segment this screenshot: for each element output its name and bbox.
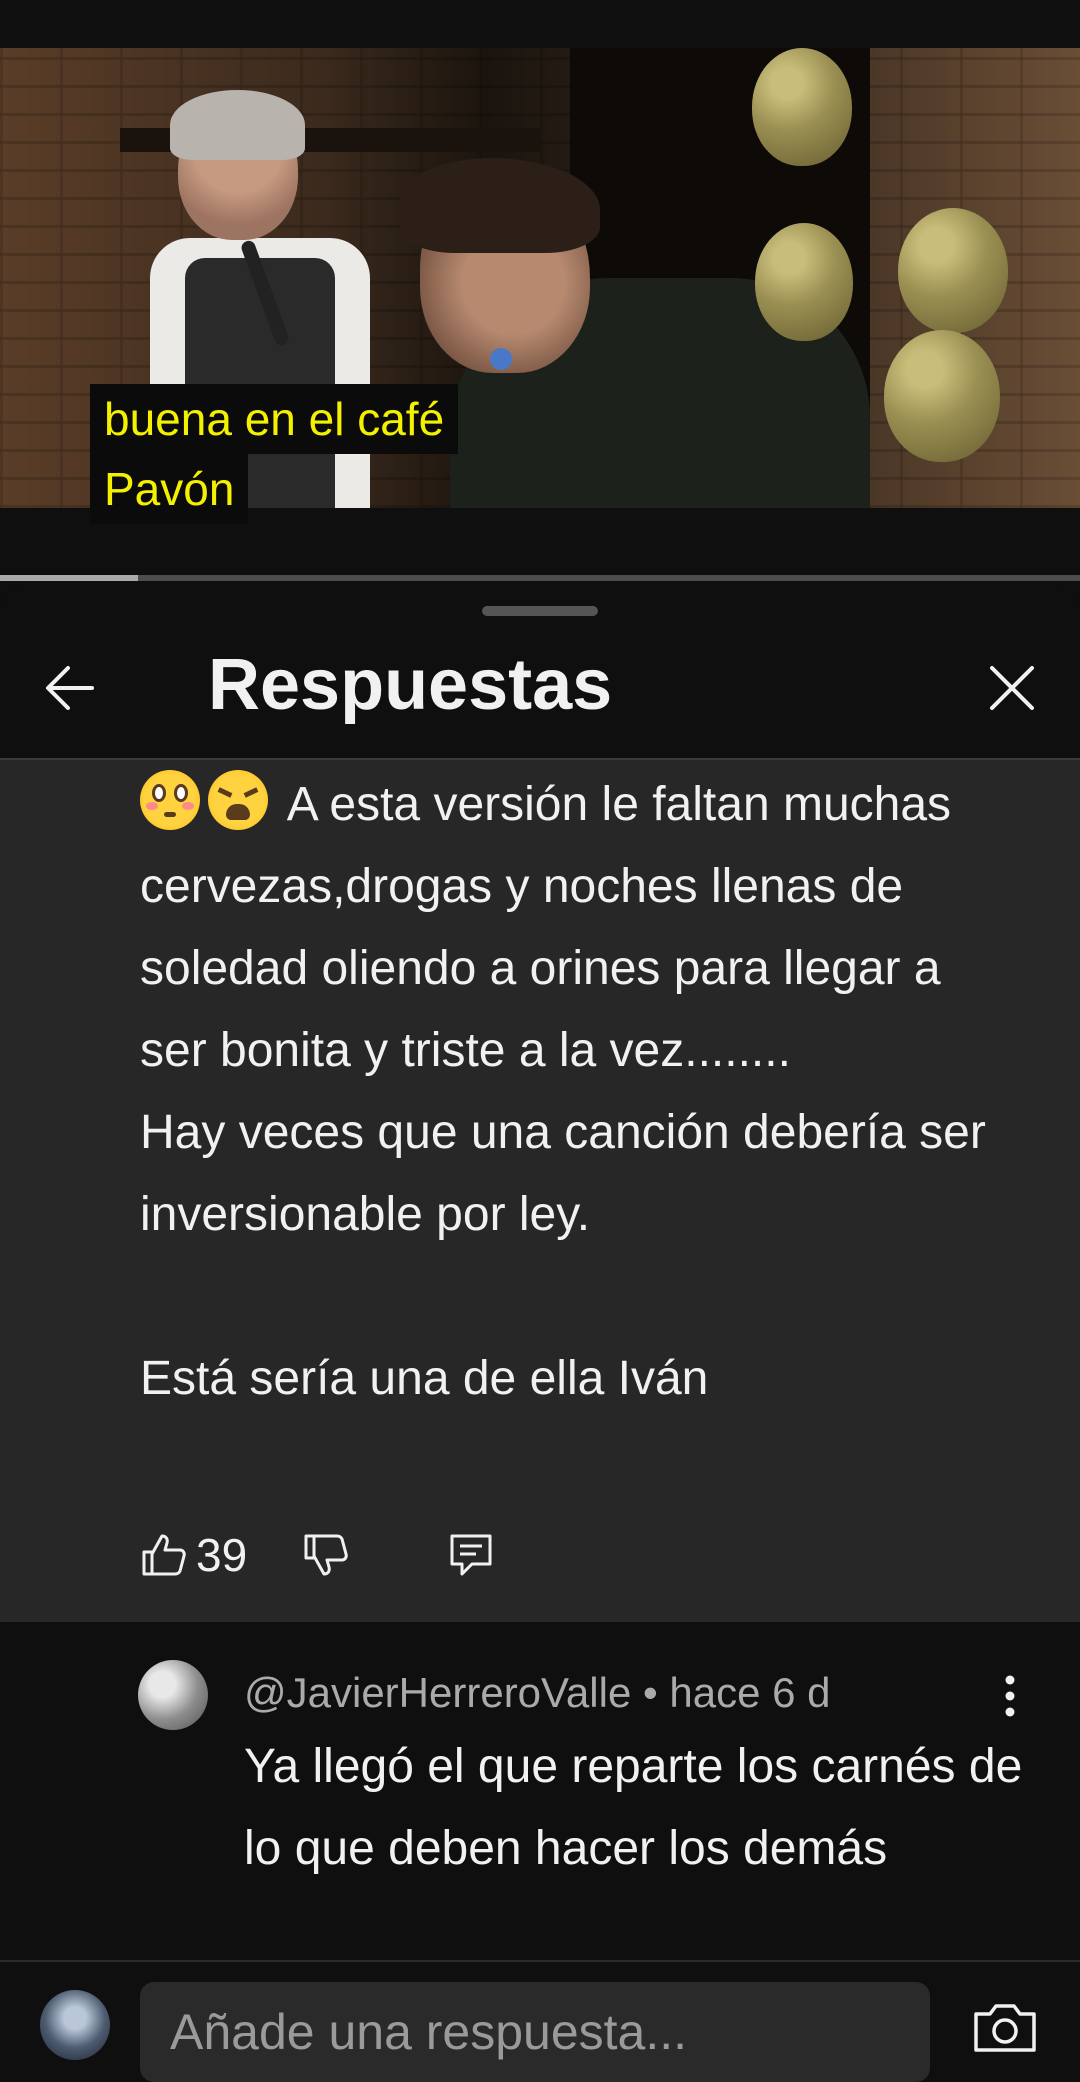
thumb-up-icon <box>142 1534 186 1576</box>
reply-text: Ya llegó el que reparte los carnés de lo… <box>244 1740 1023 1875</box>
thumb-down-icon <box>304 1534 348 1576</box>
comment-icon <box>450 1534 492 1576</box>
back-button[interactable] <box>40 660 104 716</box>
subtitle-line: buena en el café <box>90 384 459 454</box>
sheet-title: Respuestas <box>208 645 613 725</box>
current-user-avatar <box>40 1990 110 2060</box>
singer-hair <box>170 90 305 160</box>
dislike-button[interactable] <box>300 1530 350 1580</box>
video-subtitle: buena en el café Pavón <box>90 384 459 524</box>
like-count: 39 <box>196 1529 248 1581</box>
video-progress-bar[interactable] <box>0 575 1080 581</box>
reply-time: hace 6 d <box>669 1669 831 1716</box>
subtitle-line: Pavón <box>90 454 249 524</box>
in-ear-monitor <box>490 348 512 370</box>
balloon <box>884 330 1000 462</box>
balloon <box>755 223 853 341</box>
more-options-button[interactable] <box>992 1670 1028 1722</box>
reply-input[interactable] <box>140 1982 930 2082</box>
parent-comment-body: A esta versión le faltan muchas cervezas… <box>140 778 986 1405</box>
reply-button[interactable] <box>446 1530 496 1580</box>
reply-meta: @JavierHerreroValle • hace 6 d <box>244 1668 831 1718</box>
camera-icon <box>974 2004 1036 2052</box>
like-button[interactable] <box>138 1530 188 1580</box>
reply-author[interactable]: @JavierHerreroValle <box>244 1669 631 1716</box>
arrow-left-icon <box>46 666 94 710</box>
more-vertical-icon <box>1005 1675 1015 1717</box>
close-icon <box>990 666 1034 710</box>
video-progress-fill <box>0 575 139 581</box>
balloon <box>752 48 852 166</box>
drag-handle[interactable] <box>482 606 598 616</box>
weary-face-emoji <box>208 770 268 830</box>
meta-separator: • <box>642 1669 658 1716</box>
avatar[interactable] <box>138 1660 208 1730</box>
parent-comment-text: A esta versión le faltan muchas cervezas… <box>140 764 1020 1420</box>
camera-button[interactable] <box>970 2000 1040 2056</box>
balloon <box>898 208 1008 333</box>
flushed-face-emoji <box>140 770 200 830</box>
close-button[interactable] <box>980 660 1044 716</box>
